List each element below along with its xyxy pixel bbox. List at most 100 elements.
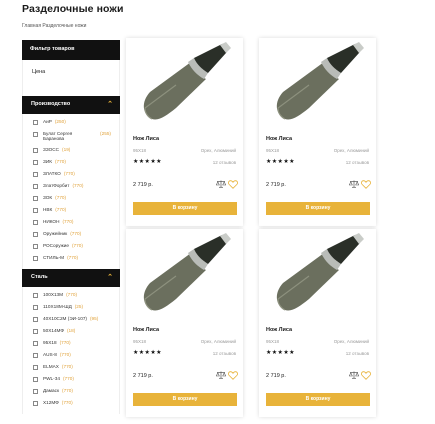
product-card[interactable]: Нож Лиса 95Х18 Орех, Алюминий ★★★★★ 12 отзыв… xyxy=(126,229,243,417)
add-to-cart-button[interactable]: В корзину xyxy=(133,393,237,406)
checkbox[interactable] xyxy=(33,219,38,225)
filter-title: Фильтр товаров xyxy=(22,40,120,60)
filter-option-count: (25) xyxy=(74,304,84,309)
filter-option[interactable]: ЗЛАТКО (770) xyxy=(33,169,119,181)
product-card[interactable]: Нож Лиса 95Х18 Орех, Алюминий ★★★★★ 12 отзыв… xyxy=(259,229,376,417)
filter-option[interactable]: РОСоружие (770) xyxy=(33,241,119,253)
checkbox[interactable] xyxy=(33,255,38,261)
checkbox[interactable] xyxy=(33,388,38,394)
product-price: 2 719 р. xyxy=(133,373,153,379)
filter-option[interactable]: НВК (770) xyxy=(33,205,119,217)
product-price: 2 719 р. xyxy=(266,182,286,188)
chevron-up-icon[interactable]: ⌃ xyxy=(107,100,113,108)
product-material: Орех, Алюминий xyxy=(200,148,236,153)
review-count[interactable]: 12 отзывов xyxy=(213,351,236,356)
filter-option-count: (95) xyxy=(90,316,99,321)
filter-option[interactable]: ЗлатФорбит (770) xyxy=(33,181,119,193)
checkbox[interactable] xyxy=(33,207,38,213)
heart-icon[interactable] xyxy=(361,371,371,380)
product-image[interactable] xyxy=(269,40,367,125)
scales-icon[interactable] xyxy=(216,371,226,379)
checkbox[interactable] xyxy=(33,195,38,201)
filter-option[interactable]: Х12МФ (770) xyxy=(33,398,119,410)
checkbox[interactable] xyxy=(33,243,38,249)
filter-option[interactable]: 40Х10С2М (ЭИ-107) (95) xyxy=(33,314,119,326)
filter-option[interactable]: Дамаск (770) xyxy=(33,386,119,398)
manufacturer-group-header[interactable]: Производство ⌃ xyxy=(22,96,120,114)
add-to-cart-button[interactable]: В корзину xyxy=(133,202,237,215)
checkbox[interactable] xyxy=(33,352,38,358)
checkbox[interactable] xyxy=(33,131,38,137)
review-count[interactable]: 12 отзывов xyxy=(213,160,236,165)
checkbox[interactable] xyxy=(33,119,38,125)
filter-option[interactable]: НИКОН (770) xyxy=(33,217,119,229)
checkbox[interactable] xyxy=(33,340,38,346)
scales-icon[interactable] xyxy=(349,180,359,188)
product-card[interactable]: Нож Лиса 95Х18 Орех, Алюминий ★★★★★ 12 отзыв… xyxy=(259,38,376,226)
product-image[interactable] xyxy=(136,231,234,316)
filter-option[interactable]: ЗОК (770) xyxy=(33,193,119,205)
filter-option[interactable]: АиР (250) xyxy=(33,117,119,129)
breadcrumb[interactable]: Главная Разделочные ножи xyxy=(22,23,86,29)
steel-group-header[interactable]: Сталь ⌃ xyxy=(22,269,120,287)
price-filter[interactable]: Цена xyxy=(22,60,120,96)
chevron-up-icon[interactable]: ⌃ xyxy=(107,273,113,281)
product-name[interactable]: Нож Лиса xyxy=(266,136,292,142)
checkbox[interactable] xyxy=(33,376,38,382)
filter-option[interactable]: Булат Сергея Баранова (255) xyxy=(33,129,119,145)
heart-icon[interactable] xyxy=(228,371,238,380)
product-material: Орех, Алюминий xyxy=(333,148,369,153)
heart-icon[interactable] xyxy=(228,180,238,189)
product-card[interactable]: Нож Лиса 95Х18 Орех, Алюминий ★★★★★ 12 отзыв… xyxy=(126,38,243,226)
filter-option-label: 40Х10С2М (ЭИ-107) xyxy=(43,316,87,321)
filter-option-count: (770) xyxy=(55,195,67,200)
review-count[interactable]: 12 отзывов xyxy=(346,351,369,356)
filter-option[interactable]: СТИЛЬ-М (770) xyxy=(33,253,119,265)
add-to-cart-button[interactable]: В корзину xyxy=(266,393,370,406)
checkbox[interactable] xyxy=(33,147,38,153)
filter-option-label: ЗЛАТКО xyxy=(43,171,61,176)
checkbox[interactable] xyxy=(33,328,38,334)
filter-option[interactable]: ЗЗОСС (19) xyxy=(33,145,119,157)
scales-icon[interactable] xyxy=(349,371,359,379)
filter-option-count: (770) xyxy=(59,340,71,345)
filter-option[interactable]: РWL-34 (770) xyxy=(33,374,119,386)
scales-icon[interactable] xyxy=(216,180,226,188)
steel-group-title: Сталь xyxy=(31,274,48,280)
checkbox[interactable] xyxy=(33,364,38,370)
checkbox[interactable] xyxy=(33,316,38,322)
heart-icon[interactable] xyxy=(361,180,371,189)
filter-option-label: ЗЗОСС xyxy=(43,147,60,152)
checkbox[interactable] xyxy=(33,171,38,177)
add-to-cart-button[interactable]: В корзину xyxy=(266,202,370,215)
filter-option[interactable]: ELMAX (770) xyxy=(33,362,119,374)
filter-option-label: ЗИК xyxy=(43,159,52,164)
filter-option[interactable]: 110Х18М-ШД (25) xyxy=(33,302,119,314)
filter-option-count: (19) xyxy=(62,147,71,152)
checkbox[interactable] xyxy=(33,304,38,310)
filter-option[interactable]: Оружейник (770) xyxy=(33,229,119,241)
filter-sidebar: Фильтр товаров Цена Производство ⌃ АиР (2… xyxy=(22,40,120,424)
review-count[interactable]: 12 отзывов xyxy=(346,160,369,165)
filter-option[interactable]: 50Х14МФ (18) xyxy=(33,326,119,338)
filter-option[interactable]: AUS-8 (770) xyxy=(33,350,119,362)
product-name[interactable]: Нож Лиса xyxy=(133,327,159,333)
checkbox[interactable] xyxy=(33,183,38,189)
checkbox[interactable] xyxy=(33,159,38,165)
filter-option[interactable]: 100Х13М (770) xyxy=(33,290,119,302)
manufacturer-list: АиР (250) Булат Сергея Баранова (255) ЗЗОСС(… xyxy=(22,114,120,269)
product-image[interactable] xyxy=(269,231,367,316)
checkbox[interactable] xyxy=(33,292,38,298)
product-price: 2 719 р. xyxy=(133,182,153,188)
filter-option[interactable]: 95Х18 (770) xyxy=(33,338,119,350)
checkbox[interactable] xyxy=(33,231,38,237)
filter-option[interactable]: ЗИК (770) xyxy=(33,157,119,169)
checkbox[interactable] xyxy=(33,400,38,406)
product-name[interactable]: Нож Лиса xyxy=(133,136,159,142)
product-image[interactable] xyxy=(136,40,234,125)
filter-option-label: 100Х13М xyxy=(43,292,64,297)
filter-option-label: 110Х18М-ШД xyxy=(43,304,72,309)
product-steel: 95Х18 xyxy=(133,148,147,153)
product-name[interactable]: Нож Лиса xyxy=(266,327,292,333)
filter-option-label: РWL-34 xyxy=(43,376,60,381)
